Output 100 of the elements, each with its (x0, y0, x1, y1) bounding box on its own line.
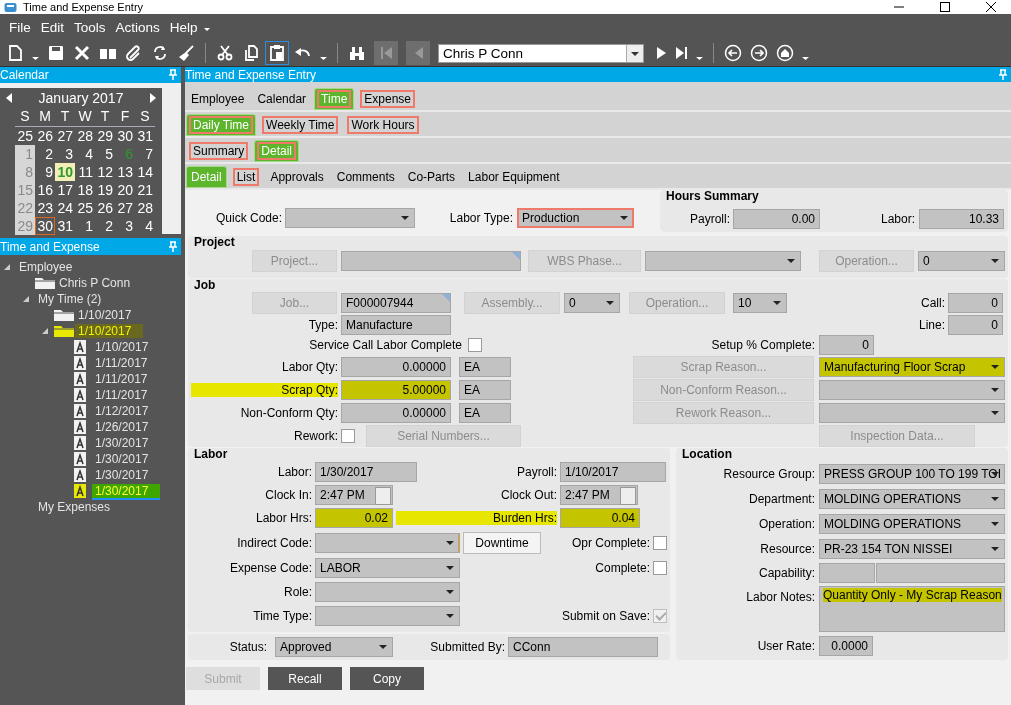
calendar-day[interactable]: 4 (75, 145, 95, 163)
calendar-day[interactable]: 1 (75, 217, 95, 235)
pin-icon[interactable] (167, 69, 179, 81)
tab[interactable]: Expense (357, 88, 418, 110)
dropdown[interactable]: 0 (918, 251, 1005, 271)
calendar-day[interactable]: 27 (115, 199, 135, 217)
calendar-day[interactable]: 14 (135, 163, 155, 181)
tab[interactable]: Approvals (265, 166, 329, 188)
dropdown[interactable]: PR-23 154 TON NISSEI (819, 538, 1005, 559)
text-field[interactable]: 0 (819, 335, 874, 355)
notes-field[interactable]: Quantity Only - My Scrap Reason (819, 586, 1005, 632)
calendar-day[interactable]: 18 (75, 181, 95, 199)
text-field[interactable]: 0.00 (733, 209, 820, 229)
tree-item[interactable]: 1/30/2017 (92, 468, 152, 482)
calendar-day[interactable]: 12 (95, 163, 115, 181)
employee-dropdown[interactable]: Chris P Conn (438, 43, 644, 63)
clipboard-icon[interactable] (268, 44, 286, 62)
dropdown[interactable]: Production (517, 208, 634, 228)
tree-item[interactable]: Chris P Conn (56, 276, 134, 290)
dropdown[interactable]: Approved (275, 637, 393, 657)
paperclip-icon[interactable] (125, 44, 143, 62)
tree-item[interactable]: Employee (16, 260, 76, 274)
dropdown[interactable]: Manufacturing Floor Scrap (819, 356, 1005, 377)
tab[interactable]: Summary (186, 140, 252, 162)
text-field[interactable]: Manufacture (341, 314, 451, 335)
calendar-day[interactable]: 30 (115, 127, 135, 145)
dropdown[interactable]: MOLDING OPERATIONS (819, 488, 1005, 509)
cross-icon[interactable] (73, 44, 91, 62)
calendar-day[interactable]: 13 (115, 163, 135, 181)
text-field[interactable]: CConn (508, 637, 658, 657)
dropdown[interactable]: LABOR (315, 557, 460, 578)
action-button[interactable]: Recall (268, 667, 342, 690)
last-icon[interactable] (674, 44, 688, 62)
tree-item[interactable]: 1/10/2017 (75, 324, 144, 338)
calendar-day[interactable]: 17 (55, 181, 75, 199)
tree-item[interactable]: 1/10/2017 (92, 340, 152, 354)
broom-icon[interactable] (177, 44, 195, 62)
checkbox[interactable] (653, 535, 667, 550)
text-field[interactable]: EA (459, 402, 511, 423)
text-field[interactable]: 1/10/2017 (560, 462, 666, 482)
checkbox[interactable] (468, 338, 482, 352)
text-field[interactable]: 0.04 (560, 508, 640, 528)
calendar-day[interactable]: 3 (115, 217, 135, 235)
calendar-day[interactable]: 31 (55, 217, 75, 235)
calendar-day[interactable]: 9 (35, 163, 55, 181)
tree-item[interactable]: 1/10/2017 (75, 308, 135, 322)
tab[interactable]: Comments (331, 166, 400, 188)
calendar-day[interactable]: 5 (95, 145, 115, 163)
calendar-day[interactable]: 24 (55, 199, 75, 217)
tab[interactable]: Weekly Time (259, 114, 342, 136)
tab[interactable]: Calendar (252, 88, 312, 110)
expanded-triangle-icon[interactable] (22, 295, 30, 303)
calendar-day[interactable]: 16 (35, 181, 55, 199)
calendar-day[interactable]: 2 (95, 217, 115, 235)
expanded-triangle-icon[interactable] (41, 327, 49, 335)
downtime-button[interactable]: Downtime (463, 531, 541, 554)
tree-item[interactable]: 1/12/2017 (92, 404, 152, 418)
tab[interactable]: Co-Parts (402, 166, 461, 188)
new-document-icon[interactable] (6, 44, 24, 62)
pin-icon[interactable] (997, 68, 1009, 81)
calendar-day[interactable]: 20 (115, 181, 135, 199)
tab[interactable]: Employee (186, 88, 250, 110)
calendar-day[interactable]: 26 (95, 199, 115, 217)
menu-item[interactable]: Help (164, 19, 203, 35)
calendar-day[interactable]: 31 (135, 127, 155, 145)
menu-item[interactable]: Actions (110, 19, 165, 35)
home-icon[interactable] (776, 44, 794, 62)
save-icon[interactable] (47, 44, 65, 62)
text-field[interactable]: 0.0000 (819, 635, 873, 656)
dropdown[interactable]: 10 (733, 293, 787, 313)
text-field[interactable] (876, 562, 1005, 583)
calendar-day[interactable]: 3 (55, 145, 75, 163)
dropdown[interactable]: PRESS GROUP 100 TO 199 TOI (819, 463, 1005, 484)
text-field[interactable]: 0.00000 (341, 356, 451, 377)
menu-item[interactable]: Edit (35, 19, 70, 35)
maximize-icon[interactable] (939, 1, 951, 13)
calendar-day[interactable]: 27 (55, 127, 75, 145)
tree-item[interactable]: 1/30/2017 (92, 436, 152, 450)
close-icon[interactable] (985, 1, 997, 13)
text-field[interactable]: F000007944 (341, 293, 451, 313)
tree-item[interactable]: My Time (2) (35, 292, 105, 306)
tree-item[interactable]: My Expenses (35, 500, 114, 514)
calendar-day[interactable]: 2 (35, 145, 55, 163)
tree-item[interactable]: 1/30/2017 (92, 452, 152, 466)
time-field[interactable]: 2:47 PM (315, 484, 393, 505)
calendar-day[interactable]: 21 (135, 181, 155, 199)
text-field[interactable]: 5.00000 (341, 379, 451, 400)
text-field[interactable] (819, 562, 875, 583)
pin-icon[interactable] (167, 240, 179, 253)
dropdown[interactable]: MOLDING OPERATIONS (819, 513, 1005, 534)
text-field[interactable]: 0 (948, 293, 1003, 313)
time-field[interactable]: 2:47 PM (560, 484, 638, 505)
binoculars-icon[interactable] (348, 44, 366, 62)
tree-item[interactable]: 1/26/2017 (92, 420, 152, 434)
text-field[interactable] (341, 251, 521, 271)
tab[interactable]: List (229, 166, 263, 188)
calendar-day[interactable]: 25 (75, 199, 95, 217)
tab[interactable]: Work Hours (344, 114, 422, 136)
checkbox[interactable] (653, 560, 667, 575)
expanded-triangle-icon[interactable] (3, 263, 11, 271)
